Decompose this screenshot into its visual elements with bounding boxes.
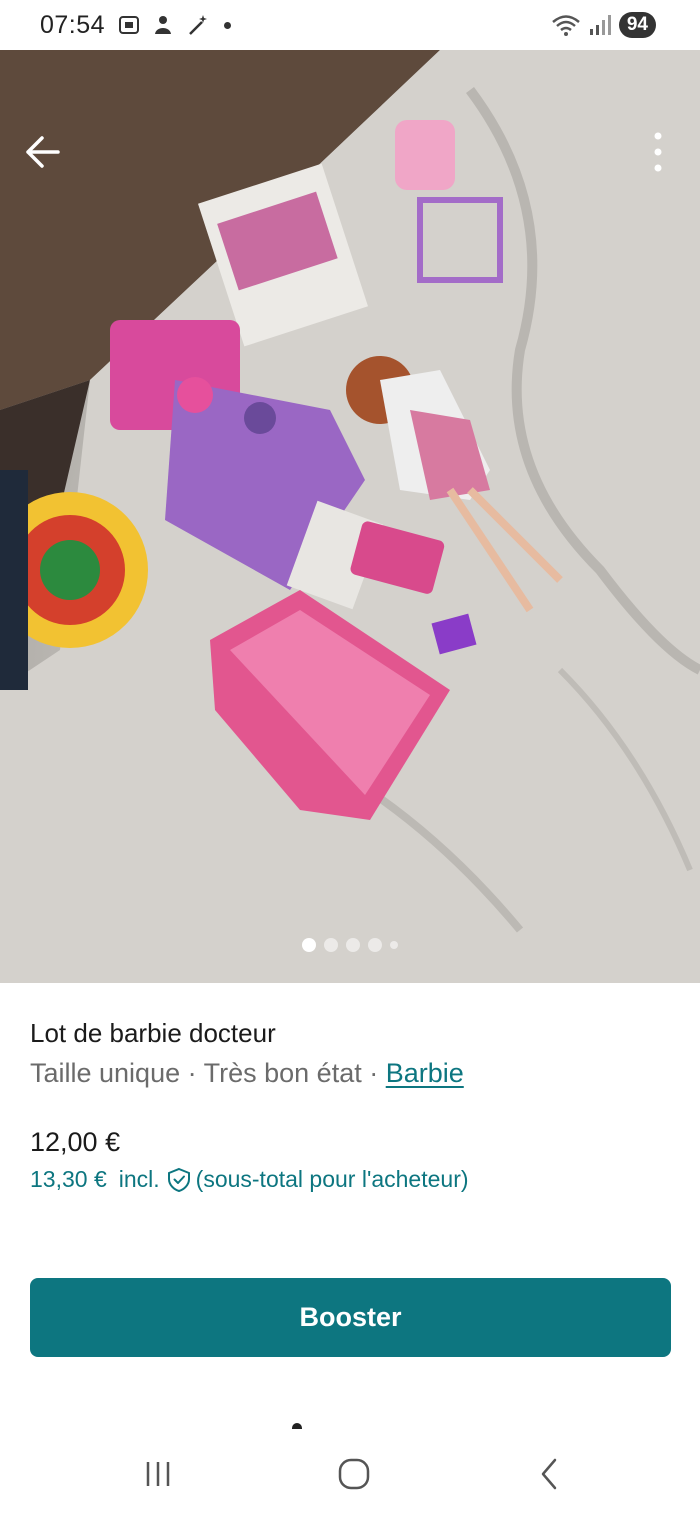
status-notification-icons	[118, 14, 231, 36]
magic-wand-icon	[189, 15, 207, 35]
listing-title: Lot de barbie docteur	[30, 1018, 276, 1048]
more-vertical-icon[interactable]	[646, 130, 670, 174]
dot-icon	[224, 21, 231, 29]
photo-pagination-dots	[0, 938, 700, 952]
listing-photo[interactable]	[0, 50, 700, 983]
status-system-icons: 94	[551, 12, 656, 38]
shield-check-icon[interactable]	[166, 1167, 192, 1193]
listing-condition: Très bon état	[203, 1058, 362, 1088]
booster-button[interactable]: Booster	[30, 1278, 671, 1357]
separator: ·	[361, 1058, 386, 1088]
person-icon	[155, 16, 171, 34]
incl-label: incl.	[118, 1166, 160, 1192]
item-price: 12,00 €	[30, 1127, 121, 1157]
recent-apps-icon[interactable]	[136, 1452, 180, 1496]
pagination-dot[interactable]	[302, 938, 316, 952]
buyer-note: (sous-total pour l'acheteur)	[195, 1166, 469, 1192]
pagination-dot[interactable]	[324, 938, 338, 952]
pagination-dot[interactable]	[368, 938, 382, 952]
home-icon[interactable]	[332, 1452, 376, 1496]
back-arrow-icon[interactable]	[22, 134, 62, 170]
status-time: 07:54	[40, 11, 106, 39]
scroll-indicator	[292, 1423, 302, 1429]
buyer-price: 13,30 €	[30, 1166, 107, 1192]
battery-indicator: 94	[618, 12, 656, 38]
signal-icon	[589, 15, 611, 35]
brand-link[interactable]: Barbie	[386, 1058, 464, 1088]
pagination-dot[interactable]	[390, 941, 398, 949]
buyer-price-row[interactable]: 13,30 € incl. (sous-total pour l'acheteu…	[30, 1166, 469, 1193]
status-bar: 07:54 94	[0, 0, 700, 50]
screenshot-icon	[119, 16, 139, 34]
photo-scene	[0, 50, 700, 983]
listing-attributes: Taille unique · Très bon état · Barbie	[30, 1058, 464, 1089]
system-nav-bar	[0, 1430, 700, 1517]
back-icon[interactable]	[528, 1452, 572, 1496]
wifi-icon	[552, 15, 580, 36]
separator: ·	[180, 1058, 204, 1088]
pagination-dot[interactable]	[346, 938, 360, 952]
listing-size: Taille unique	[30, 1058, 181, 1088]
